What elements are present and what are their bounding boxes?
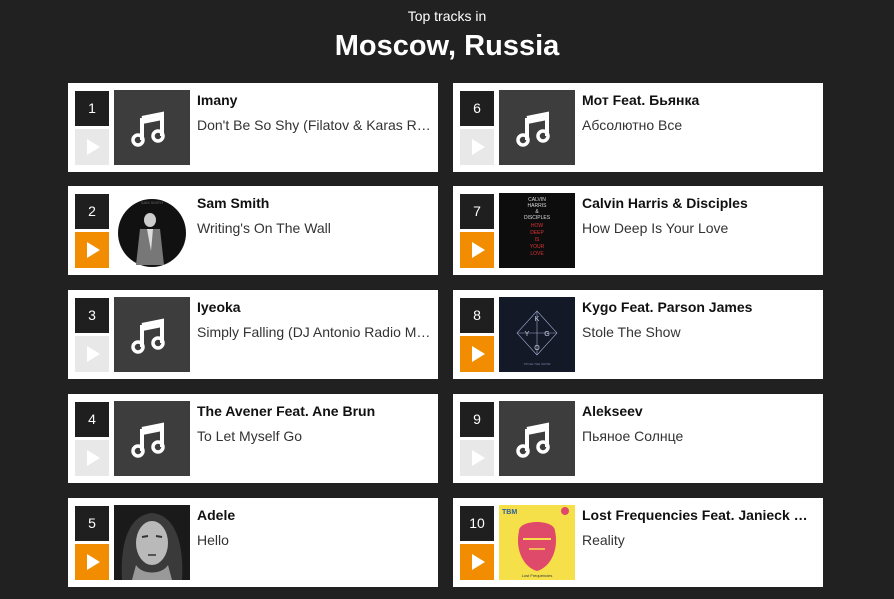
play-button[interactable] — [460, 336, 494, 372]
svg-text:STOLE THE SHOW: STOLE THE SHOW — [524, 362, 551, 366]
track-title: How Deep Is Your Love — [582, 220, 729, 236]
svg-text:Y: Y — [525, 331, 530, 338]
track-title: To Let Myself Go — [197, 428, 303, 444]
track-artist: Calvin Harris & Disciples — [582, 195, 748, 211]
track-card[interactable]: 5 Adele Hello — [68, 498, 438, 587]
play-button[interactable] — [460, 544, 494, 580]
play-icon — [87, 346, 100, 362]
svg-text:TBM: TBM — [502, 509, 517, 516]
play-icon — [87, 139, 100, 155]
play-icon — [472, 554, 485, 570]
track-artist: Sam Smith — [197, 195, 270, 211]
album-art-adele — [114, 505, 190, 580]
track-title: Hello — [197, 532, 229, 548]
play-button[interactable] — [460, 232, 494, 268]
svg-text:IS: IS — [535, 237, 540, 243]
track-rank: 4 — [75, 402, 109, 437]
track-title: Writing's On The Wall — [197, 220, 331, 236]
play-icon — [472, 450, 485, 466]
track-title: Абсолютно Все — [582, 117, 683, 133]
track-card[interactable]: 1 Imany Don't Be So Shy (Filatov & Karas… — [68, 83, 438, 172]
play-icon — [87, 242, 100, 258]
track-title: Stole The Show — [582, 324, 681, 340]
page-title: Moscow, Russia — [334, 30, 560, 62]
svg-text:DISCIPLES: DISCIPLES — [524, 215, 551, 221]
play-button-disabled — [75, 440, 109, 476]
play-icon — [472, 139, 485, 155]
svg-text:DEEP: DEEP — [530, 230, 544, 236]
track-artist: The Avener Feat. Ane Brun — [197, 403, 376, 419]
track-rank: 9 — [460, 402, 494, 437]
track-title: Reality — [582, 532, 625, 548]
music-note-icon — [114, 90, 190, 165]
track-rank: 5 — [75, 506, 109, 541]
track-rank: 3 — [75, 298, 109, 333]
play-button-disabled — [75, 336, 109, 372]
svg-text:Lost Frequencies: Lost Frequencies — [522, 573, 553, 578]
header-subtitle: Top tracks in — [407, 8, 487, 24]
track-rank: 7 — [460, 194, 494, 229]
album-art-sam-smith: SAM SMITH — [114, 193, 190, 268]
track-rank: 6 — [460, 91, 494, 126]
track-card[interactable]: 7 CALVIN HARRIS & DISCIPLES HOW DEEP IS … — [453, 186, 823, 275]
track-title: Simply Falling (DJ Antonio Radio Mix) — [197, 324, 431, 340]
track-artist: Kygo Feat. Parson James — [582, 299, 753, 315]
svg-text:LOVE: LOVE — [530, 251, 544, 257]
track-card[interactable]: 10 TBM Lost Frequencies Lost Frequencies… — [453, 498, 823, 587]
play-icon — [87, 554, 100, 570]
play-icon — [472, 242, 485, 258]
track-card[interactable]: 6 Мот Feat. Бьянка Абсолютно Все — [453, 83, 823, 172]
track-artist: Alekseev — [582, 403, 643, 419]
track-rank: 10 — [460, 506, 494, 541]
svg-text:YOUR: YOUR — [530, 244, 545, 250]
track-artist: Imany — [197, 92, 238, 108]
play-icon — [472, 346, 485, 362]
track-artist: Adele — [197, 507, 236, 523]
svg-text:K: K — [535, 316, 540, 323]
music-note-icon — [499, 401, 575, 476]
track-card[interactable]: 9 Alekseev Пьяное Солнце — [453, 394, 823, 483]
track-artist: Мот Feat. Бьянка — [582, 92, 700, 108]
album-art-calvin-harris: CALVIN HARRIS & DISCIPLES HOW DEEP IS YO… — [499, 193, 575, 268]
track-card[interactable]: 2 SAM SMITH Sam Smith Writing's On The W… — [68, 186, 438, 275]
play-button[interactable] — [75, 232, 109, 268]
track-artist: Lost Frequencies Feat. Janieck Devy — [582, 507, 816, 523]
track-card[interactable]: 4 The Avener Feat. Ane Brun To Let Mysel… — [68, 394, 438, 483]
music-note-icon — [114, 401, 190, 476]
track-card[interactable]: 3 Iyeoka Simply Falling (DJ Antonio Radi… — [68, 290, 438, 379]
track-rank: 8 — [460, 298, 494, 333]
album-art-kygo: K Y G O STOLE THE SHOW — [499, 297, 575, 372]
svg-text:HOW: HOW — [531, 223, 544, 229]
track-card[interactable]: 8 K Y G O STOLE THE SHOW Kygo Feat. Pars… — [453, 290, 823, 379]
play-button-disabled — [460, 129, 494, 165]
track-title: Пьяное Солнце — [582, 428, 684, 444]
album-art-lost-frequencies: TBM Lost Frequencies — [499, 505, 575, 580]
play-button-disabled — [75, 129, 109, 165]
art-label: SAM SMITH — [141, 200, 163, 205]
track-title: Don't Be So Shy (Filatov & Karas Remix) — [197, 117, 431, 133]
play-button[interactable] — [75, 544, 109, 580]
svg-text:O: O — [534, 345, 540, 352]
svg-text:G: G — [544, 331, 549, 338]
play-icon — [87, 450, 100, 466]
track-rank: 1 — [75, 91, 109, 126]
track-artist: Iyeoka — [197, 299, 241, 315]
music-note-icon — [114, 297, 190, 372]
play-button-disabled — [460, 440, 494, 476]
music-note-icon — [499, 90, 575, 165]
track-rank: 2 — [75, 194, 109, 229]
